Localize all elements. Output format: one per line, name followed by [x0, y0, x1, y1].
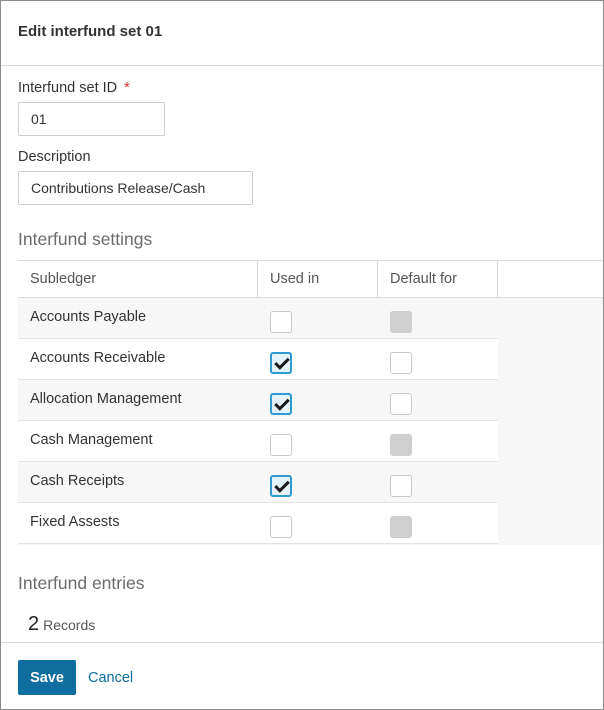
- used-in-checkbox[interactable]: [270, 352, 292, 374]
- table-row: Cash Management: [18, 421, 498, 462]
- default-for-checkbox[interactable]: [390, 393, 412, 415]
- grid-header: Subledger Used in Default for: [18, 260, 603, 298]
- interfund-set-id-input[interactable]: [18, 102, 165, 136]
- subledger-name: Cash Receipts: [30, 473, 125, 489]
- default-for-checkbox[interactable]: [390, 352, 412, 374]
- edit-interfund-set-dialog: Edit interfund set 01 Interfund set ID * …: [0, 0, 604, 710]
- used-in-checkbox[interactable]: [270, 393, 292, 415]
- table-row: Fixed Assests: [18, 503, 498, 544]
- required-asterisk: *: [124, 80, 130, 96]
- table-row: Accounts Receivable: [18, 339, 498, 380]
- table-row: Accounts Payable: [18, 298, 498, 339]
- dialog-title: Edit interfund set 01: [18, 23, 163, 40]
- record-count: 2: [28, 613, 40, 635]
- interfund-entries-title: Interfund entries: [18, 573, 145, 593]
- default-for-checkbox: [390, 311, 412, 333]
- column-header-default-for[interactable]: Default for: [378, 261, 498, 298]
- subledger-name: Accounts Receivable: [30, 350, 166, 366]
- grid-body: Accounts Payable Accounts Receivable All…: [18, 298, 603, 545]
- default-for-checkbox: [390, 516, 412, 538]
- interfund-set-id-label-text: Interfund set ID: [18, 80, 118, 96]
- save-button[interactable]: Save: [18, 660, 76, 695]
- record-label: Records: [43, 617, 96, 633]
- interfund-settings-grid: Subledger Used in Default for Accounts P…: [18, 260, 603, 545]
- used-in-checkbox[interactable]: [270, 311, 292, 333]
- table-row: Cash Receipts: [18, 462, 498, 503]
- used-in-checkbox[interactable]: [270, 475, 292, 497]
- description-label: Description: [18, 149, 91, 165]
- interfund-settings-title: Interfund settings: [18, 229, 153, 249]
- column-header-subledger[interactable]: Subledger: [18, 261, 258, 298]
- dialog-header: Edit interfund set 01: [1, 1, 603, 66]
- cancel-link[interactable]: Cancel: [88, 670, 133, 686]
- interfund-set-id-label: Interfund set ID *: [18, 80, 130, 96]
- subledger-name: Cash Management: [30, 432, 153, 448]
- column-header-used-in[interactable]: Used in: [258, 261, 378, 298]
- used-in-checkbox[interactable]: [270, 434, 292, 456]
- dialog-footer: Save Cancel: [1, 642, 603, 710]
- subledger-name: Fixed Assests: [30, 514, 120, 530]
- description-input[interactable]: [18, 171, 253, 205]
- subledger-name: Accounts Payable: [30, 309, 147, 325]
- subledger-name: Allocation Management: [30, 391, 182, 407]
- default-for-checkbox: [390, 434, 412, 456]
- default-for-checkbox[interactable]: [390, 475, 412, 497]
- used-in-checkbox[interactable]: [270, 516, 292, 538]
- table-row: Allocation Management: [18, 380, 498, 421]
- records-summary: 2 Records: [28, 613, 95, 636]
